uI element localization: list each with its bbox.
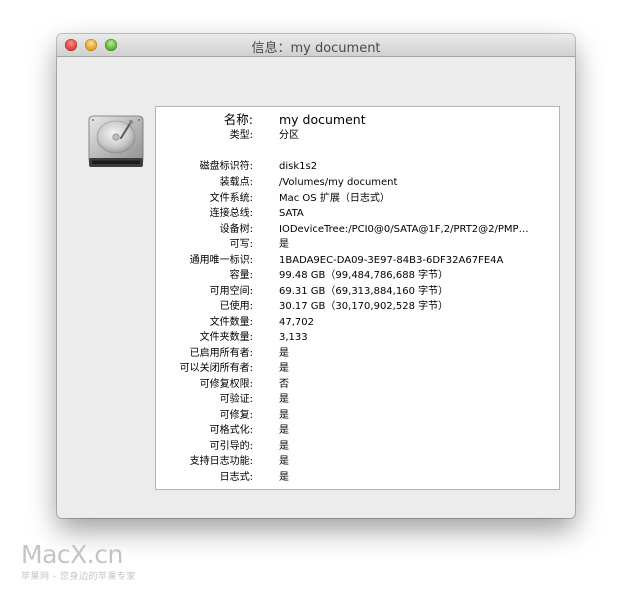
info-value: 是 (279, 239, 289, 250)
info-row: 可修复: 是 (156, 408, 559, 424)
info-value: 是 (279, 347, 289, 359)
info-label: 设备树: (219, 223, 253, 235)
info-label: 已启用所有者: (189, 347, 253, 359)
info-value: /Volumes/my document (279, 177, 398, 188)
info-row: 可修复权限: 否 (156, 377, 559, 393)
info-value: 分区 (279, 130, 299, 141)
info-row: 类型: 分区 (156, 128, 559, 144)
info-row: 文件系统: Mac OS 扩展（日志式） (156, 191, 559, 207)
info-label: 日志式: (219, 471, 253, 483)
info-label: 通用唯一标识: (189, 254, 253, 266)
info-row: 设备树: IODeviceTree:/PCI0@0/SATA@1F,2/PRT2… (156, 222, 559, 238)
info-row: 磁盘标识符: disk1s2 (156, 159, 559, 175)
info-value: 1BADA9EC-DA09-3E97-84B3-6DF32A67FE4A (279, 254, 504, 266)
window-title: 信息：my document (251, 41, 381, 56)
info-value: 是 (279, 456, 289, 467)
watermark: MacX.cn 苹果网 - 您身边的苹果专家 (21, 540, 136, 583)
info-value: Mac OS 扩展（日志式） (279, 192, 390, 204)
info-value: 是 (279, 471, 289, 483)
info-value: 3,133 (279, 332, 308, 343)
info-label: 可格式化: (209, 425, 253, 436)
info-row: 可验证: 是 (156, 392, 559, 408)
info-row: 可用空间: 69.31 GB（69,313,884,160 字节） (156, 284, 559, 300)
info-label: 文件数量: (209, 316, 253, 328)
info-row: 已启用所有者: 是 (156, 346, 559, 362)
info-label: 文件夹数量: (199, 332, 253, 343)
info-row: 日志式: 是 (156, 470, 559, 486)
info-panel: 名称: my document 类型: 分区 磁盘标识符: disk1s2 装载… (155, 106, 560, 490)
info-label: 名称: (223, 112, 253, 127)
watermark-tagline: 苹果网 - 您身边的苹果专家 (21, 572, 136, 582)
info-row: 已使用: 30.17 GB（30,170,902,528 字节） (156, 299, 559, 315)
info-label: 可修复权限: (199, 378, 253, 390)
info-row: 可引导的: 是 (156, 439, 559, 455)
info-value: 是 (279, 394, 289, 405)
info-row: 可格式化: 是 (156, 423, 559, 439)
info-label: 连接总线: (209, 208, 253, 219)
info-value: 是 (279, 425, 289, 436)
info-value: 99.48 GB（99,484,786,688 字节） (279, 270, 449, 281)
watermark-logo: MacX.cn (21, 540, 123, 569)
info-value: SATA (279, 208, 304, 219)
info-label: 容量: (229, 270, 253, 281)
info-row: 文件数量: 47,702 (156, 315, 559, 331)
info-row: 连接总线: SATA (156, 206, 559, 222)
info-value: 47,702 (279, 316, 314, 328)
info-value: 是 (279, 363, 289, 374)
info-value: IODeviceTree:/PCI0@0/SATA@1F,2/PRT2@2/PM… (279, 223, 529, 235)
info-label: 可引导的: (209, 440, 253, 452)
info-row: 文件夹数量: 3,133 (156, 330, 559, 346)
info-value: 69.31 GB（69,313,884,160 字节） (279, 285, 449, 297)
info-label: 已使用: (219, 301, 253, 312)
info-window: 信息：my document 名称: my document 类型: 分区 磁盘… (57, 34, 575, 518)
info-label: 可修复: (219, 409, 253, 421)
info-label: 支持日志功能: (189, 456, 253, 467)
info-row: 容量: 99.48 GB（99,484,786,688 字节） (156, 268, 559, 284)
info-row: 支持日志功能: 是 (156, 454, 559, 470)
info-row-name: 名称: my document (156, 112, 559, 128)
info-label: 可用空间: (209, 285, 253, 297)
info-value: 是 (279, 440, 289, 452)
info-value: my document (279, 112, 366, 127)
info-value: 30.17 GB（30,170,902,528 字节） (279, 301, 449, 312)
info-label: 类型: (229, 130, 253, 141)
info-label: 可以关闭所有者: (179, 363, 253, 374)
info-label: 可写: (229, 239, 253, 250)
info-row: 通用唯一标识: 1BADA9EC-DA09-3E97-84B3-6DF32A67… (156, 253, 559, 269)
title-bar[interactable]: 信息：my document (57, 34, 575, 57)
info-row: 可写: 是 (156, 237, 559, 253)
info-value: disk1s2 (279, 161, 318, 172)
info-label: 磁盘标识符: (199, 161, 253, 172)
hard-drive-icon (88, 115, 144, 167)
info-row: 装载点: /Volumes/my document (156, 175, 559, 191)
info-value: 是 (279, 409, 289, 421)
info-label: 可验证: (219, 394, 253, 405)
info-row: 可以关闭所有者: 是 (156, 361, 559, 377)
info-label: 文件系统: (209, 192, 253, 204)
info-label: 装载点: (219, 177, 253, 188)
info-value: 否 (279, 378, 289, 390)
